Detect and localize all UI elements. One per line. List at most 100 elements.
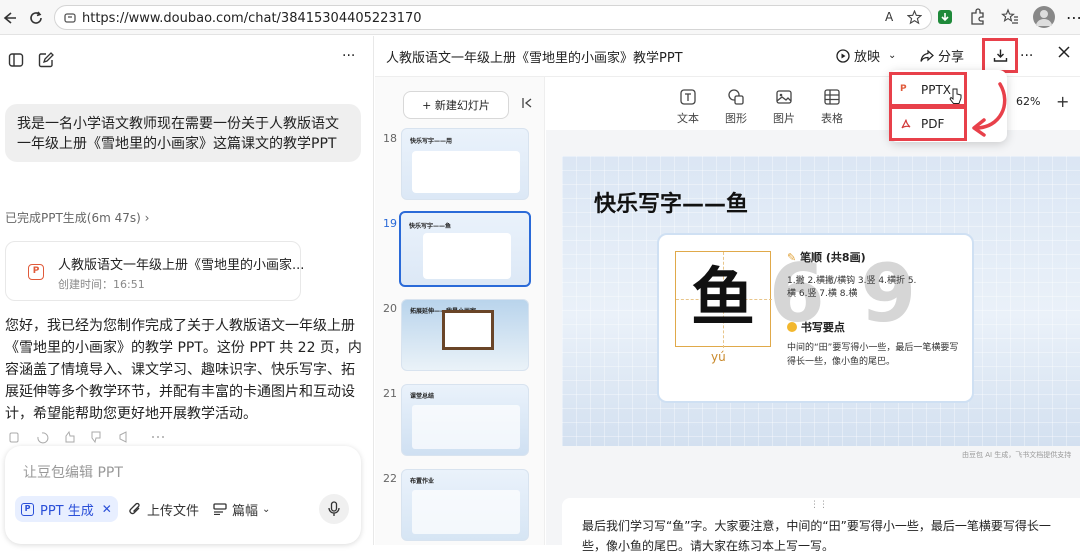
chat-panel: ··· 我是一名小学语文教师现在需要一份关于人教版语文一年级上册《雪地里的小画家… [0, 36, 374, 545]
drag-handle-icon[interactable]: ⋮⋮ [810, 500, 828, 510]
thumb-content [412, 151, 520, 193]
upload-file-label: 上传文件 [147, 503, 200, 519]
generation-status-text: 已完成PPT生成(6m 47s) [5, 211, 141, 225]
shape-tool[interactable]: 图形 [718, 88, 754, 126]
slide-thumbnail-21[interactable]: 课堂总结 [401, 384, 529, 456]
user-message: 我是一名小学语文教师现在需要一份关于人教版语文一年级上册《雪地里的小画家》这篇课… [5, 104, 361, 162]
slide-number: 20 [383, 302, 397, 315]
browser-toolbar: https://www.doubao.com/chat/384153044052… [0, 0, 1080, 35]
microphone-button[interactable] [319, 494, 349, 524]
share-icon [920, 49, 934, 63]
read-aloud-icon[interactable]: A [885, 10, 893, 24]
thumb-content [412, 490, 520, 534]
close-icon[interactable]: ✕ [102, 502, 112, 516]
ppt-chip-label: PPT 生成 [40, 503, 94, 519]
stroke-order-title: ✎ 笔顺 (共8画) [787, 249, 866, 265]
favorites-icon[interactable] [1001, 8, 1021, 28]
slide-title[interactable]: 快乐写字——鱼 [594, 186, 748, 218]
character-glyph: 鱼 [691, 262, 755, 336]
paperclip-icon [129, 502, 142, 516]
zoom-in-icon[interactable]: + [1056, 92, 1069, 111]
address-bar[interactable]: https://www.doubao.com/chat/384153044052… [54, 5, 932, 30]
thumb-content [412, 405, 520, 449]
slide-number: 22 [383, 472, 397, 485]
url-text[interactable]: https://www.doubao.com/chat/384153044052… [82, 11, 422, 26]
browser-menu-icon[interactable]: ⋯ [1066, 8, 1080, 28]
chevron-down-icon: ⌄ [262, 503, 271, 515]
pptx-file-icon: P [900, 83, 907, 94]
download-icon [993, 48, 1008, 63]
download-button[interactable] [982, 38, 1018, 73]
thumb-title: 布置作业 [410, 478, 435, 485]
panel-more-icon[interactable]: ··· [1020, 48, 1033, 64]
shape-tool-label: 图形 [725, 112, 747, 125]
favorite-star-icon[interactable] [907, 10, 922, 25]
ppt-file-title: 人教版语文一年级上册《雪地里的小画家... [58, 258, 305, 273]
bulb-icon [787, 322, 797, 332]
slide-number: 21 [383, 387, 397, 400]
length-label: 篇幅 [232, 503, 259, 519]
image-tool-label: 图片 [773, 112, 795, 125]
slide-thumbnail-19[interactable]: 快乐写字——鱼 [399, 211, 531, 287]
thumb-content [423, 233, 511, 279]
slide-thumbnail-22[interactable]: 布置作业 [401, 469, 529, 541]
ppt-file-time: 创建时间：16:51 [58, 278, 145, 291]
generation-status[interactable]: 已完成PPT生成(6m 47s) › [5, 209, 149, 226]
writing-tips-desc: 中间的“田”要写得小一些，最后一笔横要写得长一些，像小鱼的尾巴。 [787, 343, 959, 367]
image-icon [775, 88, 793, 106]
writing-tips-heading: 书写要点 [800, 321, 845, 334]
ppt-generation-chip[interactable]: P PPT 生成 ✕ [15, 496, 118, 522]
stroke-order-desc: 1.撇 2.横撇/横钩 3.竖 4.横折 5.横 6.竖 7.横 8.横 [787, 276, 917, 299]
pptx-label: PPTX [921, 82, 952, 97]
slide-content-card[interactable]: 6 9 鱼 yú ✎ 笔顺 (共8画) 1.撇 2.横撇/横钩 3.竖 4.横折… [657, 233, 974, 403]
close-panel-icon[interactable] [1058, 46, 1070, 58]
ppt-file-card[interactable]: P 人教版语文一年级上册《雪地里的小画家... 创建时间：16:51 [5, 241, 305, 301]
character-pinyin: yú [711, 350, 726, 364]
ppt-chip-icon: P [21, 502, 34, 516]
site-info-icon[interactable] [63, 11, 77, 25]
collapse-list-icon[interactable] [521, 97, 533, 109]
sidebar-toggle-icon[interactable] [8, 52, 24, 68]
extensions-puzzle-icon[interactable] [968, 8, 988, 28]
slide-number: 18 [383, 132, 397, 145]
microphone-icon [328, 501, 340, 517]
new-slide-button[interactable]: + 新建幻灯片 [403, 91, 509, 119]
annotation-arrow [954, 82, 1010, 138]
chevron-right-icon: › [144, 211, 150, 225]
speaker-notes[interactable]: ⋮⋮ 最后我们学习写“鱼”字。大家要注意，中间的“田”要写得小一些，最后一笔横要… [562, 498, 1080, 553]
thumb-title: 课堂总结 [410, 393, 435, 400]
message-action-icons[interactable] [8, 430, 168, 444]
slide-thumbnail-18[interactable]: 快乐写字——用 [401, 128, 529, 200]
profile-avatar-icon[interactable] [1033, 6, 1055, 28]
upload-file-button[interactable]: 上传文件 [129, 496, 199, 522]
share-button[interactable]: 分享 [920, 46, 964, 65]
assistant-reply: 您好，我已经为您制作完成了关于人教版语文一年级上册《雪地里的小画家》的教学 PP… [5, 318, 362, 422]
thumb-title: 快乐写字——用 [410, 138, 453, 145]
shape-icon [727, 88, 745, 106]
slideshow-label: 放映 [854, 50, 881, 65]
new-chat-icon[interactable] [38, 52, 54, 68]
slide-thumbnail-20[interactable]: 拓展延伸——我是小画家 [401, 299, 529, 371]
chat-input-box[interactable]: 让豆包编辑 PPT P PPT 生成 ✕ 上传文件 篇幅 ⌄ [5, 446, 361, 544]
table-tool[interactable]: 表格 [814, 88, 850, 126]
slide-thumbnail-list: + 新建幻灯片 18 快乐写字——用 19 快乐写字——鱼 20 拓展延伸——我… [375, 77, 545, 545]
back-icon[interactable] [0, 9, 18, 27]
current-slide[interactable]: 快乐写字——鱼 6 9 鱼 yú ✎ 笔顺 (共8画) 1.撇 2.横撇/横钩 … [562, 156, 1080, 446]
thumb-board [442, 310, 494, 350]
pdf-label: PDF [921, 116, 945, 131]
slideshow-button[interactable]: 放映 ⌄ [836, 46, 896, 65]
thumb-title: 快乐写字——鱼 [409, 223, 452, 230]
zoom-level[interactable]: 62% [1016, 95, 1040, 108]
chat-more-icon[interactable]: ··· [342, 48, 355, 64]
refresh-icon[interactable] [27, 9, 45, 27]
chat-input-placeholder[interactable]: 让豆包编辑 PPT [23, 462, 123, 482]
image-tool[interactable]: 图片 [766, 88, 802, 126]
text-tool-label: 文本 [677, 112, 699, 125]
length-dropdown[interactable]: 篇幅 ⌄ [213, 496, 270, 522]
speaker-notes-text[interactable]: 最后我们学习写“鱼”字。大家要注意，中间的“田”要写得小一些，最后一笔横要写得长… [582, 516, 1072, 556]
share-label: 分享 [938, 50, 965, 65]
text-icon [679, 88, 697, 106]
table-icon [823, 88, 841, 106]
extension-green-icon[interactable] [936, 8, 956, 28]
text-tool[interactable]: 文本 [670, 88, 706, 126]
